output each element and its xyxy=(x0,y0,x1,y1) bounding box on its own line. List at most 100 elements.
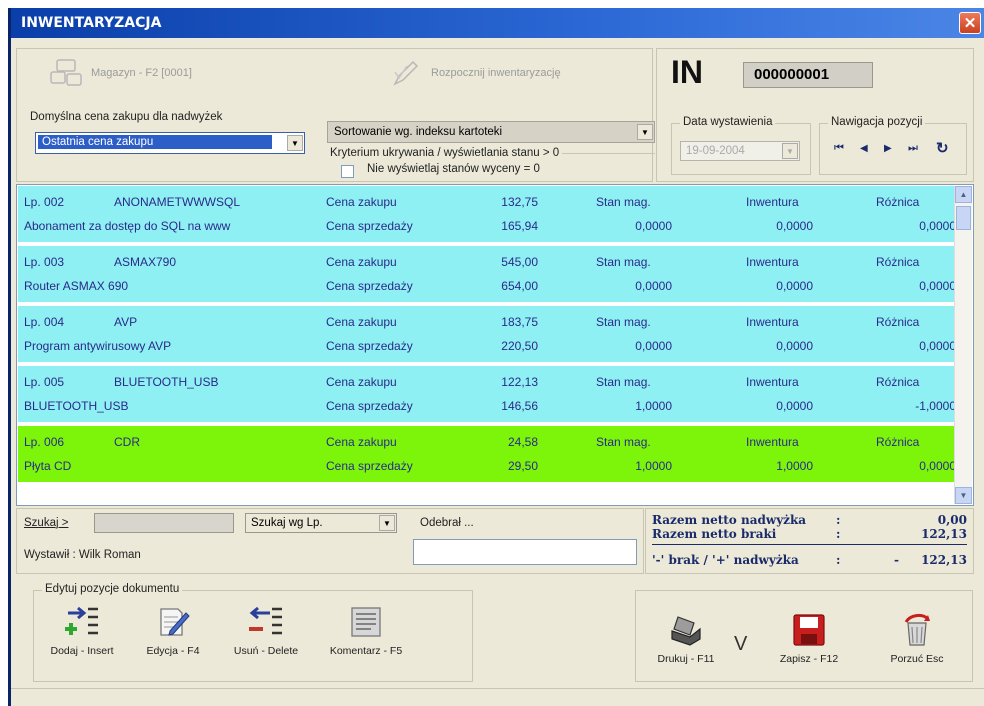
warehouse-icon xyxy=(50,59,82,86)
edit-group: Edytuj pozycje dokumentu Dodaj - Insert … xyxy=(33,583,473,682)
chevron-down-icon[interactable]: ▼ xyxy=(379,515,395,531)
table-row[interactable]: Lp. 006 CDR Płyta CD Cena zakupu Cena sprzed… xyxy=(18,426,956,484)
row-roz-label: Różnica xyxy=(876,255,920,269)
prev-record-icon[interactable]: ◀ xyxy=(860,143,868,154)
nadwyzka-label: Razem netto nadwyżka xyxy=(652,513,807,527)
search-panel: Szukaj > Szukaj wg Lp. ▼ Odebrał ... Wys… xyxy=(16,508,644,574)
edit-group-caption: Edytuj pozycje dokumentu xyxy=(42,583,183,595)
table-row[interactable]: Lp. 005 BLUETOOTH_USB BLUETOOTH_USB Cena za… xyxy=(18,366,956,424)
add-row-icon xyxy=(65,606,98,635)
row-buy-value: 132,75 xyxy=(501,195,538,209)
row-lp: Lp. 002 xyxy=(24,195,65,209)
braki-value: 122,13 xyxy=(921,527,967,541)
refresh-icon[interactable]: ↻ xyxy=(936,139,949,157)
date-input[interactable]: 19-09-2004 ▼ xyxy=(680,141,800,161)
row-stan-value: 0,0000 xyxy=(635,279,672,293)
totals-divider xyxy=(652,544,967,545)
diff-value: 122,13 xyxy=(921,553,967,567)
row-lp: Lp. 006 xyxy=(24,435,65,449)
items-list[interactable]: Lp. 006 CDR Płyta CD Cena zakupu Cena sprzed… xyxy=(16,184,974,506)
row-inw-label: Inwentura xyxy=(746,315,799,329)
odebral-input[interactable] xyxy=(413,539,637,565)
chevron-down-icon[interactable]: ▼ xyxy=(287,135,303,151)
issuer-label: Wystawił : Wilk Roman xyxy=(24,549,141,561)
row-inw-value: 1,0000 xyxy=(776,459,813,473)
row-roz-label: Różnica xyxy=(876,195,920,209)
price-select[interactable]: Ostatnia cena zakupu ▼ xyxy=(35,132,305,154)
row-sell-label: Cena sprzedaży xyxy=(326,399,413,413)
criteria-checkbox[interactable] xyxy=(341,165,354,178)
row-code: AVP xyxy=(114,315,138,329)
totals-panel: Razem netto nadwyżka : 0,00 Razem netto … xyxy=(645,508,974,574)
save-button-label: Zapisz - F12 xyxy=(779,653,839,665)
row-code: CDR xyxy=(114,435,140,449)
diff-sign: - xyxy=(894,553,899,567)
row-stan-label: Stan mag. xyxy=(596,255,651,269)
row-roz-label: Różnica xyxy=(876,315,920,329)
discard-button-label: Porzuć Esc xyxy=(890,653,944,665)
row-lp: Lp. 003 xyxy=(24,255,65,269)
delete-button[interactable]: Usuń - Delete xyxy=(224,605,308,657)
row-roz-value: 0,0000 xyxy=(919,219,956,233)
row-name: Router ASMAX 690 xyxy=(24,279,129,293)
row-sell-value: 29,50 xyxy=(507,459,538,473)
comment-button-label: Komentarz - F5 xyxy=(329,645,403,657)
row-stan-value: 1,0000 xyxy=(635,399,672,413)
add-button[interactable]: Dodaj - Insert xyxy=(44,605,120,657)
magazyn-button[interactable]: Magazyn - F2 [0001] xyxy=(39,55,249,91)
first-record-icon[interactable]: ⏮ xyxy=(834,142,844,155)
printer-icon xyxy=(671,616,701,646)
navigation-group: Nawigacja pozycji ⏮ ◀ ▶ ⏭ ↻ xyxy=(819,116,967,175)
row-inw-value: 0,0000 xyxy=(776,399,813,413)
table-row[interactable]: Lp. 004 AVP Program antywirusowy AVP Cena z… xyxy=(18,306,956,364)
row-buy-value: 183,75 xyxy=(501,315,538,329)
table-row[interactable]: Lp. 003 ASMAX790 Router ASMAX 690 Cena zaku… xyxy=(18,246,956,304)
odebral-label: Odebrał ... xyxy=(420,517,474,529)
sort-select[interactable]: Sortowanie wg. indeksu kartoteki ▼ xyxy=(327,121,655,143)
next-record-icon[interactable]: ▶ xyxy=(884,143,892,154)
row-buy-value: 24,58 xyxy=(507,435,538,449)
table-row[interactable]: Lp. 002 ANONAMETWWWSQL Abonament za dostęp… xyxy=(18,186,956,244)
inventory-window: INWENTARYZACJA ✕ Magazyn - F2 [0001] Roz… xyxy=(8,8,984,706)
close-button[interactable]: ✕ xyxy=(959,12,981,34)
price-select-value: Ostatnia cena zakupu xyxy=(38,135,272,149)
comment-button[interactable]: Komentarz - F5 xyxy=(316,605,416,657)
print-button[interactable]: Drukuj - F11 xyxy=(644,613,728,665)
row-code: ANONAMETWWWSQL xyxy=(114,195,240,209)
scroll-down-icon[interactable]: ▼ xyxy=(955,487,972,504)
search-input[interactable] xyxy=(94,513,234,533)
row-sell-label: Cena sprzedaży xyxy=(326,339,413,353)
row-buy-label: Cena zakupu xyxy=(326,255,397,269)
rozpocznij-button[interactable]: Rozpocznij inwentaryzację xyxy=(387,55,617,91)
add-button-label: Dodaj - Insert xyxy=(50,645,114,657)
row-name: BLUETOOTH_USB xyxy=(24,399,129,413)
search-mode-select[interactable]: Szukaj wg Lp. ▼ xyxy=(245,513,397,533)
chevron-down-icon[interactable]: ▼ xyxy=(637,124,653,140)
row-sell-label: Cena sprzedaży xyxy=(326,219,413,233)
edit-button[interactable]: Edycja - F4 xyxy=(130,605,216,657)
diff-colon: : xyxy=(836,553,841,567)
document-number: 000000001 xyxy=(743,62,873,88)
discard-button[interactable]: Porzuć Esc xyxy=(872,613,962,665)
row-roz-value: 0,0000 xyxy=(919,459,956,473)
save-button[interactable]: Zapisz - F12 xyxy=(764,613,854,665)
scroll-thumb[interactable] xyxy=(956,206,971,230)
row-inw-label: Inwentura xyxy=(746,435,799,449)
date-group: Data wystawienia 19-09-2004 ▼ xyxy=(671,116,811,175)
row-sell-label: Cena sprzedaży xyxy=(326,279,413,293)
row-code: ASMAX790 xyxy=(114,255,177,269)
actions-group: Drukuj - F11 V Zapisz - F12 Porzuć Esc xyxy=(635,590,973,682)
last-record-icon[interactable]: ⏭ xyxy=(908,142,918,155)
vertical-scrollbar[interactable]: ▲ ▼ xyxy=(954,186,972,504)
rozpocznij-label: Rozpocznij inwentaryzację xyxy=(431,67,561,79)
search-label: Szukaj > xyxy=(24,517,69,529)
comment-icon xyxy=(351,607,381,637)
scroll-up-icon[interactable]: ▲ xyxy=(955,186,972,203)
date-caption: Data wystawienia xyxy=(680,116,776,128)
row-roz-label: Różnica xyxy=(876,435,920,449)
row-sell-value: 146,56 xyxy=(501,399,538,413)
floppy-disk-icon xyxy=(793,614,825,646)
row-lp: Lp. 004 xyxy=(24,315,65,329)
search-mode-value: Szukaj wg Lp. xyxy=(251,517,323,529)
chevron-down-icon[interactable]: ▼ xyxy=(782,143,798,159)
